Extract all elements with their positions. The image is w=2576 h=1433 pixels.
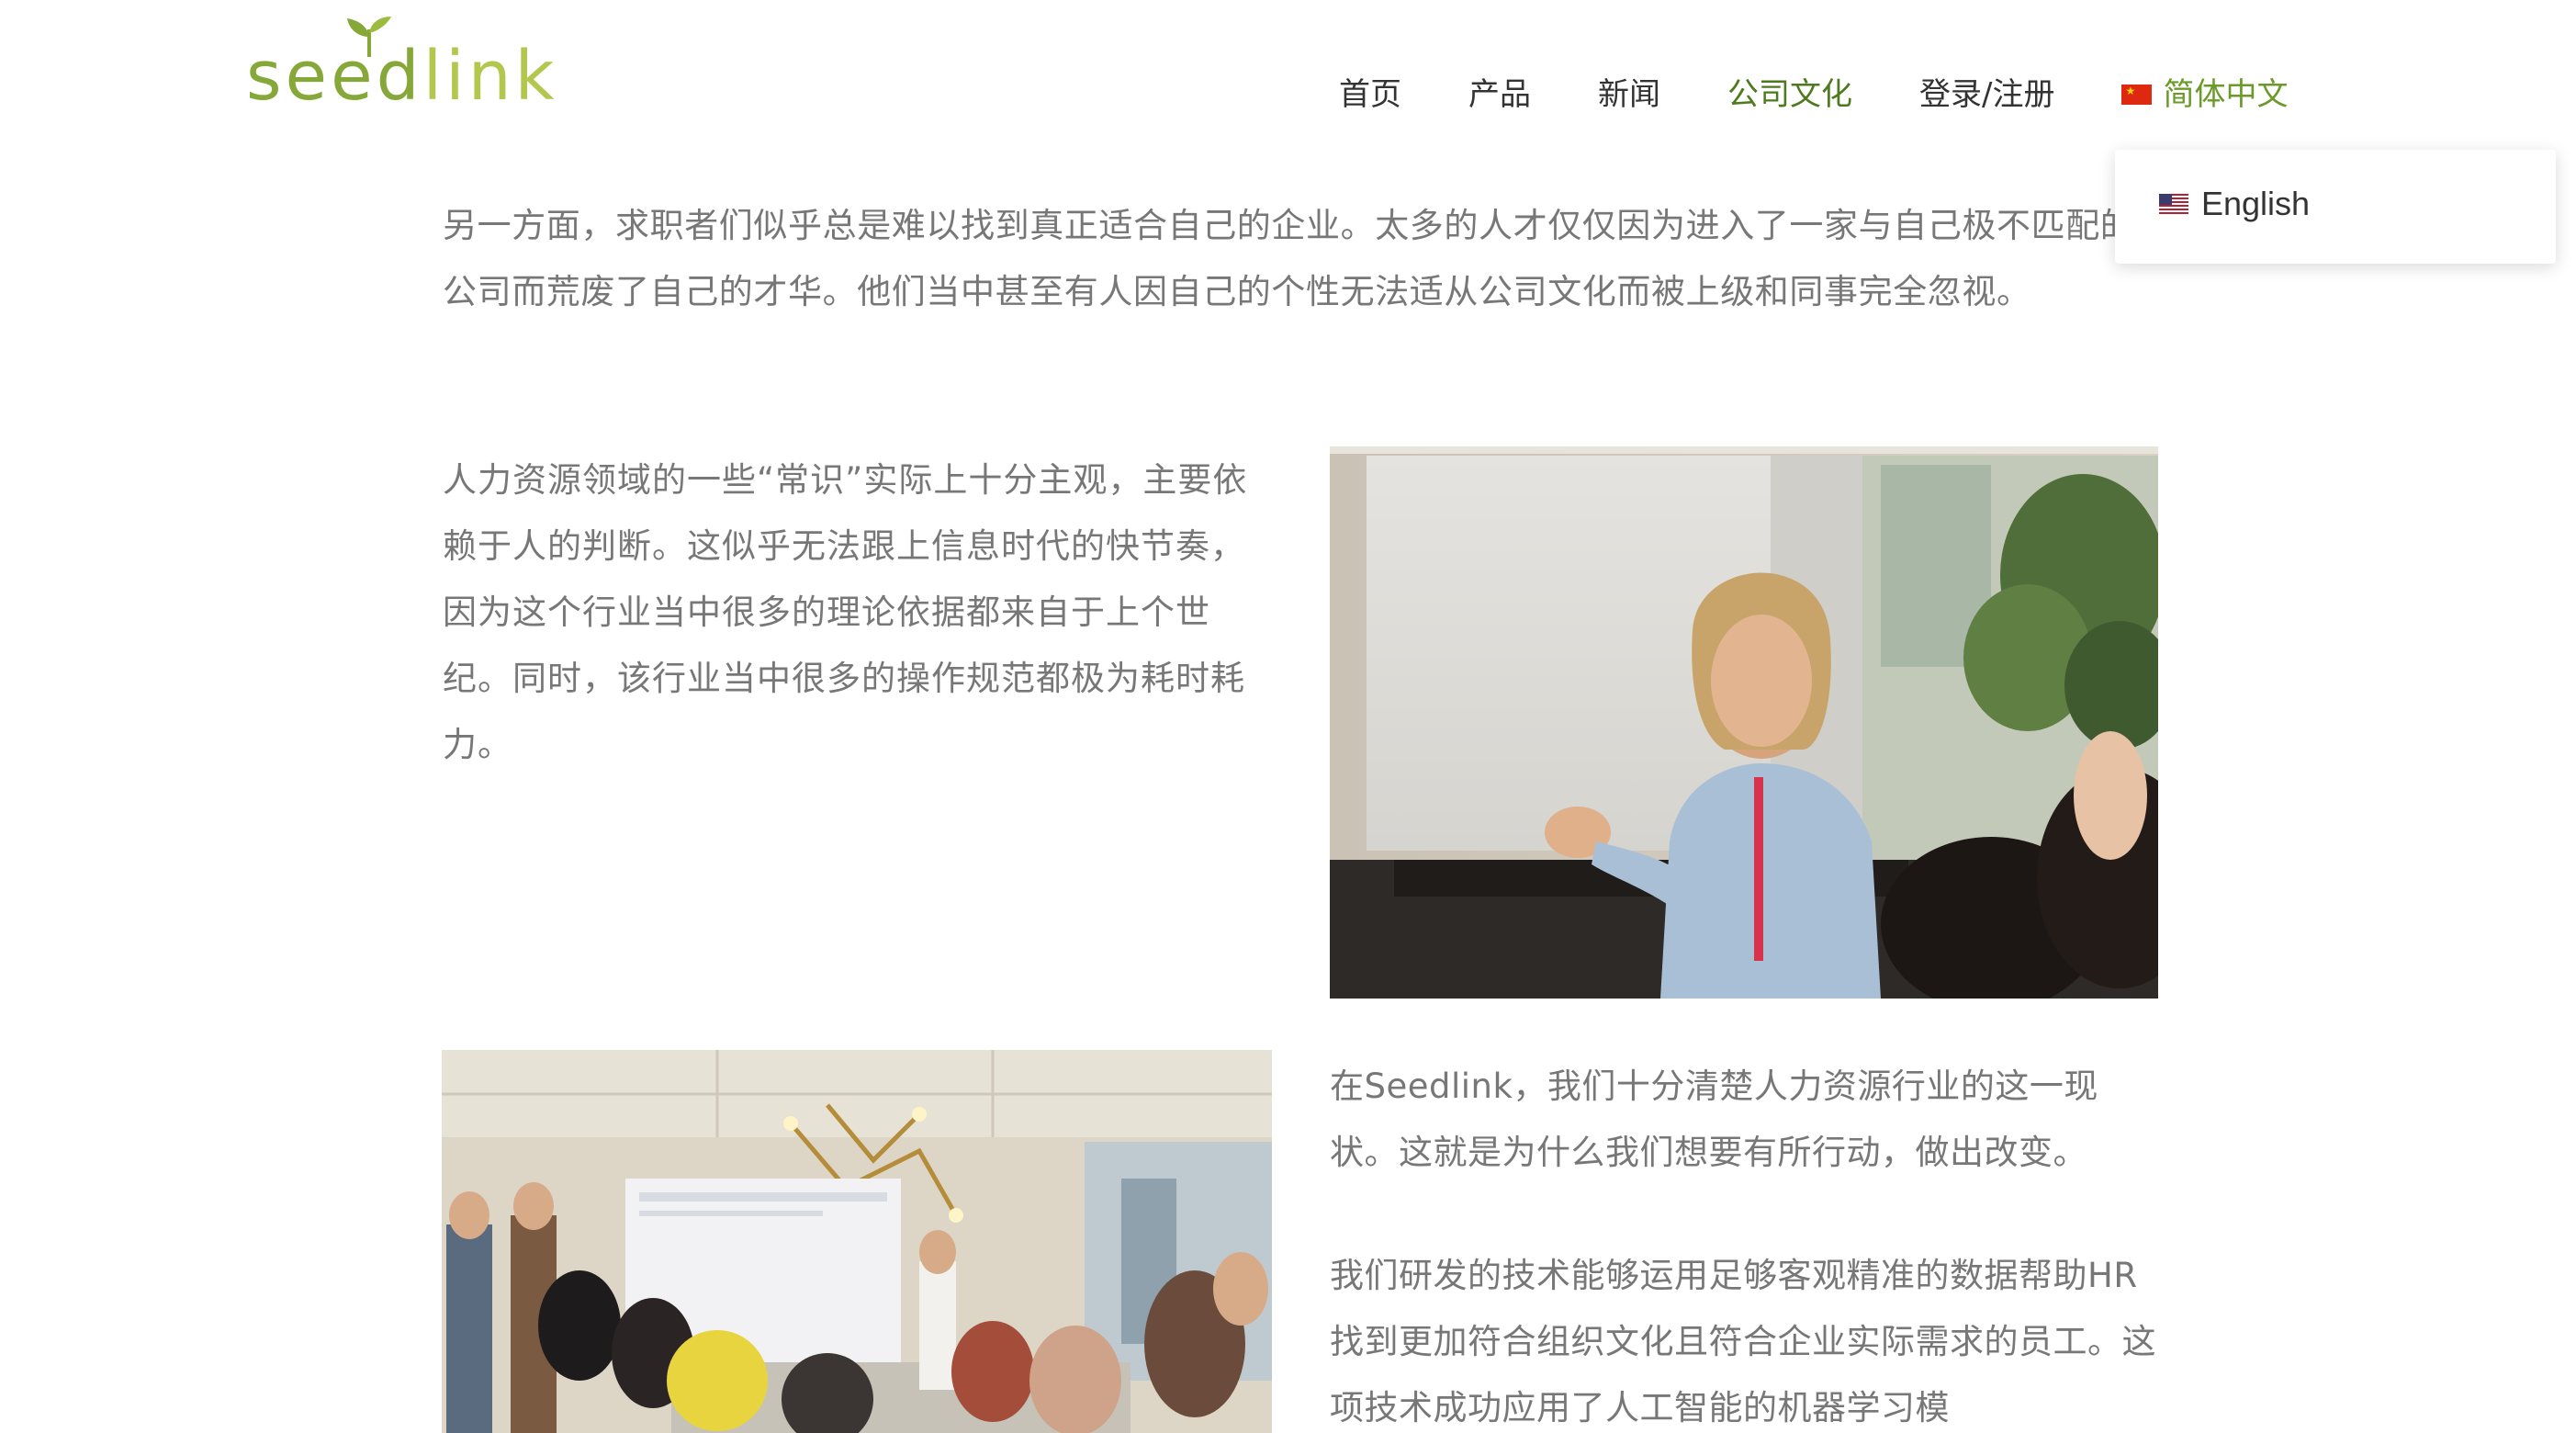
photo-team-meeting bbox=[442, 1050, 1272, 1433]
language-option-english[interactable]: English bbox=[2159, 185, 2310, 223]
language-option-label: English bbox=[2201, 185, 2311, 222]
photo-woman-speaking bbox=[1330, 446, 2158, 999]
page: seedlink 首页 产品 新闻 公司文化 登录/注册 ★ 简体中文 Engl… bbox=[0, 0, 2576, 1433]
paragraph-seedlink-aware: 在Seedlink，我们十分清楚人力资源行业的这一现状。这就是为什么我们想要有所… bbox=[1330, 1066, 2098, 1172]
photo-team-meeting-image bbox=[442, 1050, 1272, 1433]
main-nav: 首页 产品 新闻 公司文化 登录/注册 ★ 简体中文 bbox=[1339, 72, 2288, 118]
logo-text: seedlink bbox=[246, 42, 557, 110]
current-language-label: 简体中文 bbox=[2163, 76, 2289, 113]
language-switcher[interactable]: ★ 简体中文 bbox=[2121, 72, 2288, 118]
paragraph-hr-common-sense: 人力资源领域的一些“常识”实际上十分主观，主要依赖于人的判断。这似乎无法跟上信息… bbox=[443, 460, 1248, 764]
seedlink-logo[interactable]: seedlink bbox=[246, 17, 554, 118]
china-flag-icon: ★ bbox=[2121, 85, 2153, 105]
nav-item-news[interactable]: 新闻 bbox=[1598, 72, 1660, 118]
logo-text-link: link bbox=[422, 37, 558, 116]
nav-item-company-culture[interactable]: 公司文化 bbox=[1727, 72, 1852, 118]
language-dropdown: English bbox=[2115, 150, 2556, 264]
paragraph-technology: 我们研发的技术能够运用足够客观精准的数据帮助HR找到更加符合组织文化且符合企业实… bbox=[1330, 1256, 2156, 1427]
photo-woman-speaking-image bbox=[1330, 446, 2158, 999]
us-flag-icon bbox=[2159, 194, 2188, 214]
nav-item-login-register[interactable]: 登录/注册 bbox=[1919, 72, 2054, 118]
logo-text-seed: seed bbox=[246, 37, 423, 116]
nav-item-home[interactable]: 首页 bbox=[1339, 72, 1401, 118]
nav-item-products[interactable]: 产品 bbox=[1468, 72, 1531, 118]
paragraph-job-seekers: 另一方面，求职者们似乎总是难以找到真正适合自己的企业。太多的人才仅仅因为进入了一… bbox=[443, 206, 2135, 311]
